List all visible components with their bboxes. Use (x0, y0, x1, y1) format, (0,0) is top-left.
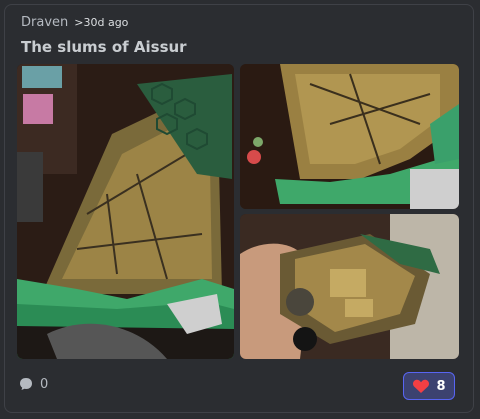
terrain-photo-3 (240, 214, 459, 359)
post-image-1[interactable] (17, 64, 234, 359)
like-count: 8 (436, 378, 446, 394)
comment-icon (20, 378, 32, 390)
post-meta: Draven >30d ago (21, 15, 128, 30)
author-name[interactable]: Draven (21, 15, 68, 30)
heart-icon (413, 379, 430, 393)
comment-count: 0 (40, 376, 49, 392)
comments[interactable]: 0 (18, 376, 48, 392)
terrain-photo-2 (240, 64, 459, 209)
like-button[interactable]: 8 (403, 372, 455, 400)
post-timestamp: >30d ago (74, 16, 129, 29)
post-image-3[interactable] (240, 214, 459, 359)
terrain-photo-1 (17, 64, 234, 359)
post-image-2[interactable] (240, 64, 459, 209)
post-title: The slums of Aissur (21, 38, 187, 56)
